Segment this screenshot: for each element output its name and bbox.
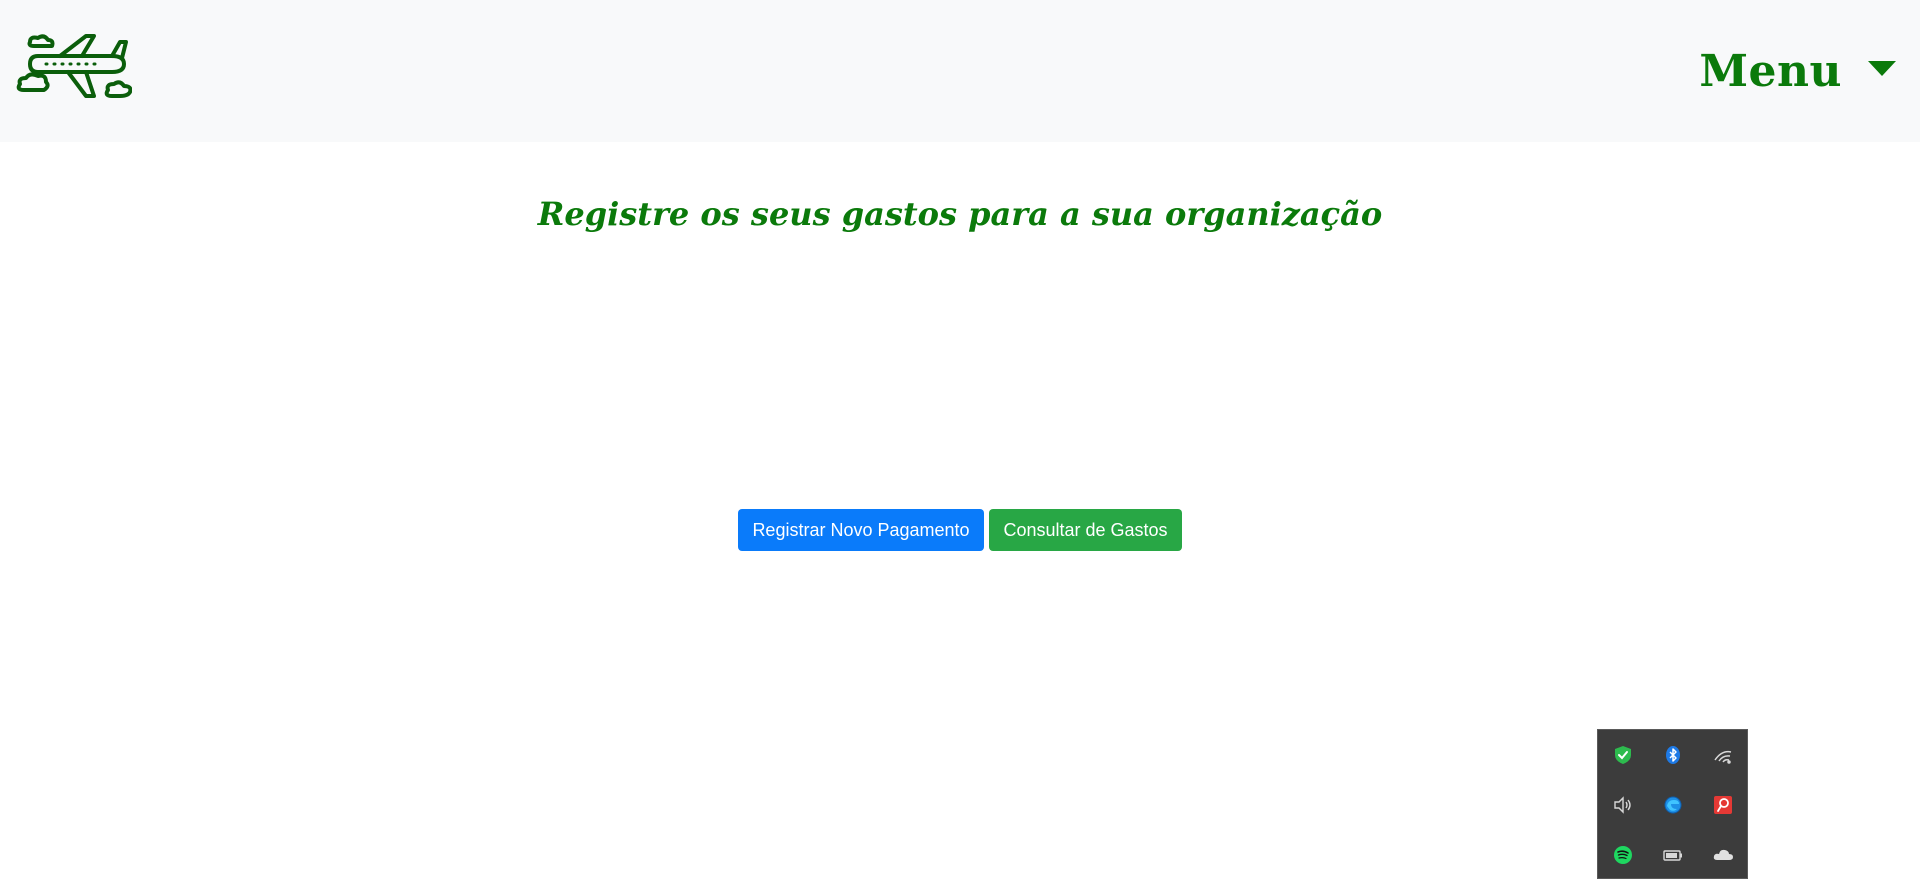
navbar: Menu [0, 0, 1920, 142]
onedrive-cloud-icon[interactable] [1698, 830, 1748, 879]
bluetooth-icon[interactable] [1648, 730, 1698, 780]
system-tray-overflow [1597, 729, 1748, 879]
consult-expenses-button[interactable]: Consultar de Gastos [989, 509, 1182, 551]
search-app-icon[interactable] [1698, 780, 1748, 830]
battery-icon[interactable] [1648, 830, 1698, 879]
airplane-clouds-icon[interactable] [16, 34, 133, 100]
edge-browser-icon[interactable] [1648, 780, 1698, 830]
menu-label: Menu [1699, 45, 1842, 97]
action-buttons: Registrar Novo Pagamento Consultar de Ga… [0, 509, 1920, 551]
caret-down-icon [1868, 60, 1896, 76]
register-payment-button[interactable]: Registrar Novo Pagamento [738, 509, 984, 551]
wifi-icon[interactable] [1698, 730, 1748, 780]
spotify-icon[interactable] [1598, 830, 1648, 879]
page-subtitle: Registre os seus gastos para a sua organ… [537, 195, 1383, 233]
volume-icon[interactable] [1598, 780, 1648, 830]
security-shield-icon[interactable] [1598, 730, 1648, 780]
menu-dropdown-toggle[interactable]: Menu [1699, 45, 1896, 97]
